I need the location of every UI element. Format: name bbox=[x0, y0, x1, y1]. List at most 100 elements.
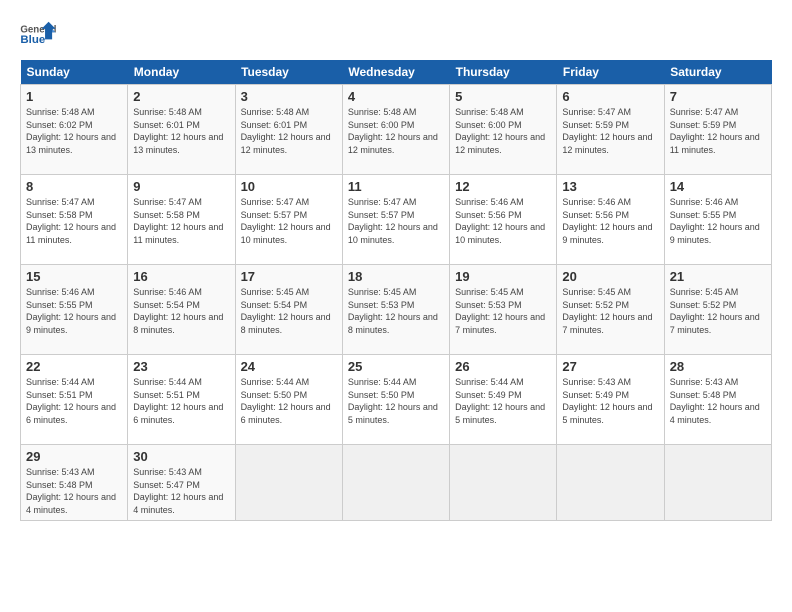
day-number: 2 bbox=[133, 89, 229, 104]
day-number: 27 bbox=[562, 359, 658, 374]
day-info: Sunrise: 5:44 AMSunset: 5:51 PMDaylight:… bbox=[133, 377, 223, 425]
day-info: Sunrise: 5:48 AMSunset: 6:02 PMDaylight:… bbox=[26, 107, 116, 155]
day-number: 23 bbox=[133, 359, 229, 374]
day-number: 12 bbox=[455, 179, 551, 194]
day-number: 1 bbox=[26, 89, 122, 104]
svg-text:Blue: Blue bbox=[20, 34, 45, 46]
table-row: 26 Sunrise: 5:44 AMSunset: 5:49 PMDaylig… bbox=[450, 355, 557, 445]
day-info: Sunrise: 5:44 AMSunset: 5:49 PMDaylight:… bbox=[455, 377, 545, 425]
day-info: Sunrise: 5:45 AMSunset: 5:53 PMDaylight:… bbox=[455, 287, 545, 335]
day-info: Sunrise: 5:43 AMSunset: 5:48 PMDaylight:… bbox=[26, 467, 116, 515]
day-info: Sunrise: 5:46 AMSunset: 5:56 PMDaylight:… bbox=[562, 197, 652, 245]
table-row bbox=[235, 445, 342, 521]
table-row: 6 Sunrise: 5:47 AMSunset: 5:59 PMDayligh… bbox=[557, 85, 664, 175]
table-row: 12 Sunrise: 5:46 AMSunset: 5:56 PMDaylig… bbox=[450, 175, 557, 265]
day-number: 10 bbox=[241, 179, 337, 194]
table-row: 20 Sunrise: 5:45 AMSunset: 5:52 PMDaylig… bbox=[557, 265, 664, 355]
day-number: 22 bbox=[26, 359, 122, 374]
day-number: 11 bbox=[348, 179, 444, 194]
day-info: Sunrise: 5:47 AMSunset: 5:58 PMDaylight:… bbox=[133, 197, 223, 245]
table-row: 11 Sunrise: 5:47 AMSunset: 5:57 PMDaylig… bbox=[342, 175, 449, 265]
table-row: 2 Sunrise: 5:48 AMSunset: 6:01 PMDayligh… bbox=[128, 85, 235, 175]
table-row: 13 Sunrise: 5:46 AMSunset: 5:56 PMDaylig… bbox=[557, 175, 664, 265]
day-info: Sunrise: 5:46 AMSunset: 5:54 PMDaylight:… bbox=[133, 287, 223, 335]
day-number: 21 bbox=[670, 269, 766, 284]
day-info: Sunrise: 5:46 AMSunset: 5:55 PMDaylight:… bbox=[670, 197, 760, 245]
day-number: 20 bbox=[562, 269, 658, 284]
day-info: Sunrise: 5:43 AMSunset: 5:47 PMDaylight:… bbox=[133, 467, 223, 515]
table-row: 23 Sunrise: 5:44 AMSunset: 5:51 PMDaylig… bbox=[128, 355, 235, 445]
day-number: 29 bbox=[26, 449, 122, 464]
day-info: Sunrise: 5:48 AMSunset: 6:00 PMDaylight:… bbox=[455, 107, 545, 155]
col-header-wednesday: Wednesday bbox=[342, 60, 449, 85]
day-number: 4 bbox=[348, 89, 444, 104]
day-info: Sunrise: 5:46 AMSunset: 5:56 PMDaylight:… bbox=[455, 197, 545, 245]
table-row: 28 Sunrise: 5:43 AMSunset: 5:48 PMDaylig… bbox=[664, 355, 771, 445]
day-number: 15 bbox=[26, 269, 122, 284]
day-info: Sunrise: 5:47 AMSunset: 5:57 PMDaylight:… bbox=[241, 197, 331, 245]
day-number: 30 bbox=[133, 449, 229, 464]
table-row bbox=[450, 445, 557, 521]
day-info: Sunrise: 5:45 AMSunset: 5:52 PMDaylight:… bbox=[670, 287, 760, 335]
table-row bbox=[664, 445, 771, 521]
day-number: 5 bbox=[455, 89, 551, 104]
day-number: 9 bbox=[133, 179, 229, 194]
col-header-sunday: Sunday bbox=[21, 60, 128, 85]
day-number: 17 bbox=[241, 269, 337, 284]
table-row: 15 Sunrise: 5:46 AMSunset: 5:55 PMDaylig… bbox=[21, 265, 128, 355]
table-row: 14 Sunrise: 5:46 AMSunset: 5:55 PMDaylig… bbox=[664, 175, 771, 265]
table-row: 30 Sunrise: 5:43 AMSunset: 5:47 PMDaylig… bbox=[128, 445, 235, 521]
day-info: Sunrise: 5:47 AMSunset: 5:59 PMDaylight:… bbox=[562, 107, 652, 155]
day-info: Sunrise: 5:47 AMSunset: 5:58 PMDaylight:… bbox=[26, 197, 116, 245]
table-row: 9 Sunrise: 5:47 AMSunset: 5:58 PMDayligh… bbox=[128, 175, 235, 265]
table-row: 4 Sunrise: 5:48 AMSunset: 6:00 PMDayligh… bbox=[342, 85, 449, 175]
day-info: Sunrise: 5:48 AMSunset: 6:01 PMDaylight:… bbox=[241, 107, 331, 155]
day-number: 26 bbox=[455, 359, 551, 374]
col-header-monday: Monday bbox=[128, 60, 235, 85]
day-number: 8 bbox=[26, 179, 122, 194]
col-header-tuesday: Tuesday bbox=[235, 60, 342, 85]
table-row: 22 Sunrise: 5:44 AMSunset: 5:51 PMDaylig… bbox=[21, 355, 128, 445]
day-number: 6 bbox=[562, 89, 658, 104]
table-row: 18 Sunrise: 5:45 AMSunset: 5:53 PMDaylig… bbox=[342, 265, 449, 355]
table-row: 19 Sunrise: 5:45 AMSunset: 5:53 PMDaylig… bbox=[450, 265, 557, 355]
day-number: 24 bbox=[241, 359, 337, 374]
day-info: Sunrise: 5:44 AMSunset: 5:50 PMDaylight:… bbox=[241, 377, 331, 425]
day-info: Sunrise: 5:47 AMSunset: 5:59 PMDaylight:… bbox=[670, 107, 760, 155]
day-number: 16 bbox=[133, 269, 229, 284]
table-row: 5 Sunrise: 5:48 AMSunset: 6:00 PMDayligh… bbox=[450, 85, 557, 175]
table-row: 21 Sunrise: 5:45 AMSunset: 5:52 PMDaylig… bbox=[664, 265, 771, 355]
day-info: Sunrise: 5:47 AMSunset: 5:57 PMDaylight:… bbox=[348, 197, 438, 245]
table-row: 8 Sunrise: 5:47 AMSunset: 5:58 PMDayligh… bbox=[21, 175, 128, 265]
day-number: 3 bbox=[241, 89, 337, 104]
day-number: 7 bbox=[670, 89, 766, 104]
day-info: Sunrise: 5:48 AMSunset: 6:01 PMDaylight:… bbox=[133, 107, 223, 155]
day-number: 19 bbox=[455, 269, 551, 284]
day-info: Sunrise: 5:45 AMSunset: 5:52 PMDaylight:… bbox=[562, 287, 652, 335]
table-row: 1 Sunrise: 5:48 AMSunset: 6:02 PMDayligh… bbox=[21, 85, 128, 175]
day-info: Sunrise: 5:44 AMSunset: 5:51 PMDaylight:… bbox=[26, 377, 116, 425]
table-row: 25 Sunrise: 5:44 AMSunset: 5:50 PMDaylig… bbox=[342, 355, 449, 445]
day-info: Sunrise: 5:44 AMSunset: 5:50 PMDaylight:… bbox=[348, 377, 438, 425]
day-info: Sunrise: 5:43 AMSunset: 5:49 PMDaylight:… bbox=[562, 377, 652, 425]
day-number: 14 bbox=[670, 179, 766, 194]
table-row: 17 Sunrise: 5:45 AMSunset: 5:54 PMDaylig… bbox=[235, 265, 342, 355]
table-row: 29 Sunrise: 5:43 AMSunset: 5:48 PMDaylig… bbox=[21, 445, 128, 521]
col-header-friday: Friday bbox=[557, 60, 664, 85]
logo: General Blue bbox=[20, 20, 58, 50]
day-info: Sunrise: 5:43 AMSunset: 5:48 PMDaylight:… bbox=[670, 377, 760, 425]
calendar-table: SundayMondayTuesdayWednesdayThursdayFrid… bbox=[20, 60, 772, 521]
table-row: 10 Sunrise: 5:47 AMSunset: 5:57 PMDaylig… bbox=[235, 175, 342, 265]
table-row: 3 Sunrise: 5:48 AMSunset: 6:01 PMDayligh… bbox=[235, 85, 342, 175]
table-row bbox=[557, 445, 664, 521]
day-number: 25 bbox=[348, 359, 444, 374]
col-header-thursday: Thursday bbox=[450, 60, 557, 85]
day-info: Sunrise: 5:45 AMSunset: 5:53 PMDaylight:… bbox=[348, 287, 438, 335]
table-row: 27 Sunrise: 5:43 AMSunset: 5:49 PMDaylig… bbox=[557, 355, 664, 445]
day-info: Sunrise: 5:48 AMSunset: 6:00 PMDaylight:… bbox=[348, 107, 438, 155]
table-row bbox=[342, 445, 449, 521]
day-info: Sunrise: 5:45 AMSunset: 5:54 PMDaylight:… bbox=[241, 287, 331, 335]
day-number: 18 bbox=[348, 269, 444, 284]
day-info: Sunrise: 5:46 AMSunset: 5:55 PMDaylight:… bbox=[26, 287, 116, 335]
col-header-saturday: Saturday bbox=[664, 60, 771, 85]
